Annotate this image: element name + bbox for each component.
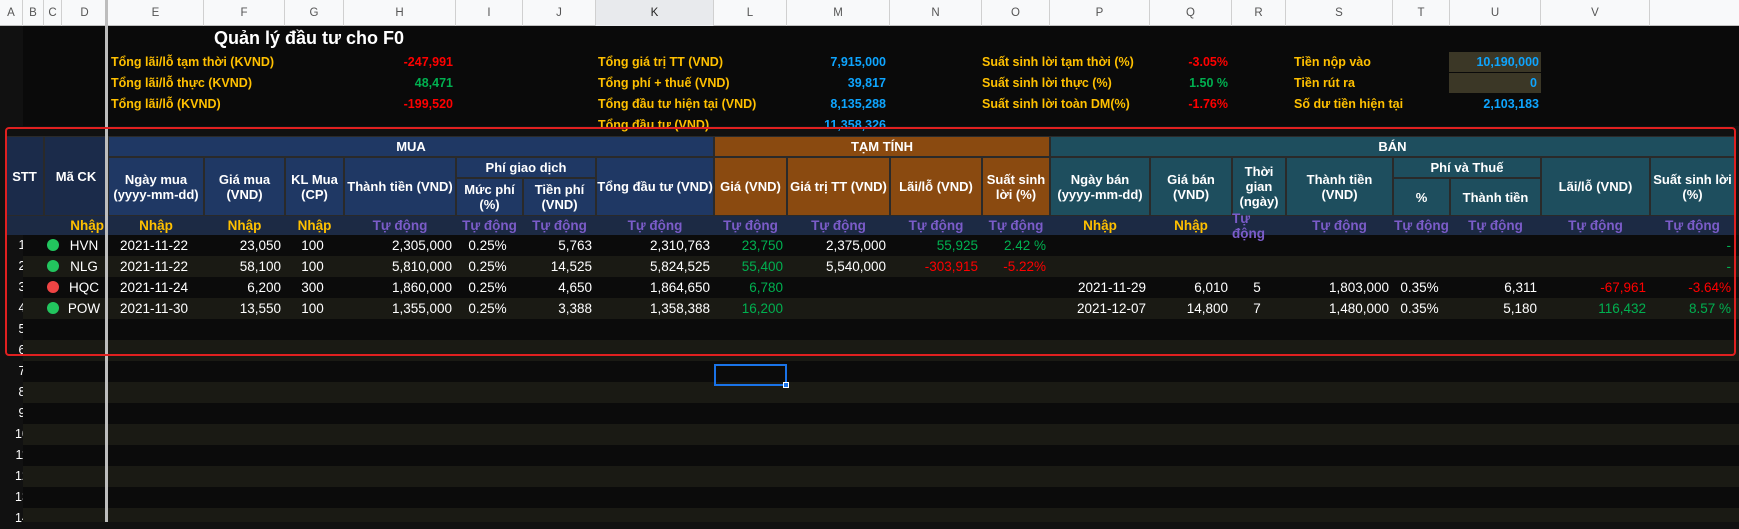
fill-handle[interactable] bbox=[783, 382, 789, 388]
selected-cell[interactable] bbox=[714, 364, 787, 386]
highlight-box bbox=[5, 127, 1736, 356]
